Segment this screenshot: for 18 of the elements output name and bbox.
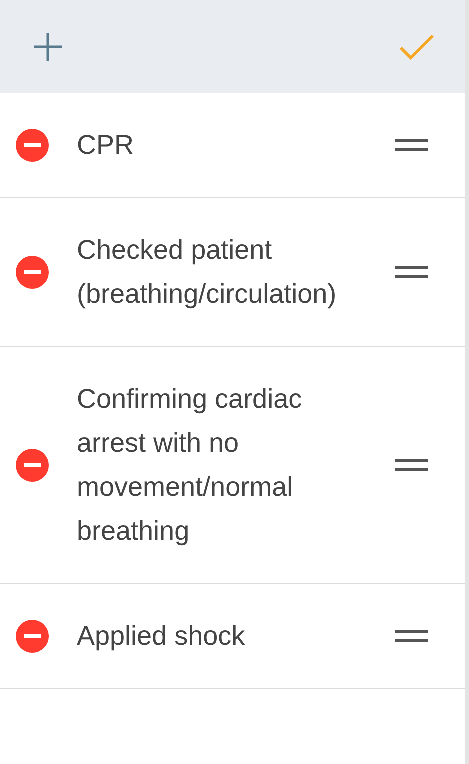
minus-icon (24, 270, 41, 274)
item-label: Applied shock (77, 620, 246, 653)
delete-button[interactable] (16, 620, 49, 652)
checkmark-icon (399, 32, 435, 60)
minus-icon (24, 634, 41, 638)
delete-button[interactable] (16, 448, 49, 482)
item-label: Checked patient (breathing/circulation) (77, 234, 338, 311)
minus-icon (24, 143, 41, 147)
drag-handle[interactable] (395, 630, 428, 642)
item-label: Confirming cardiac arrest with no movement/normal breathing (77, 383, 304, 548)
drag-handle[interactable] (395, 266, 428, 278)
delete-button[interactable] (16, 128, 49, 162)
delete-button[interactable] (16, 256, 49, 288)
plus-icon (32, 30, 64, 62)
drag-handle[interactable] (395, 459, 428, 471)
minus-icon (24, 463, 41, 467)
item-label: CPR (77, 129, 136, 162)
drag-handle[interactable] (395, 139, 428, 151)
